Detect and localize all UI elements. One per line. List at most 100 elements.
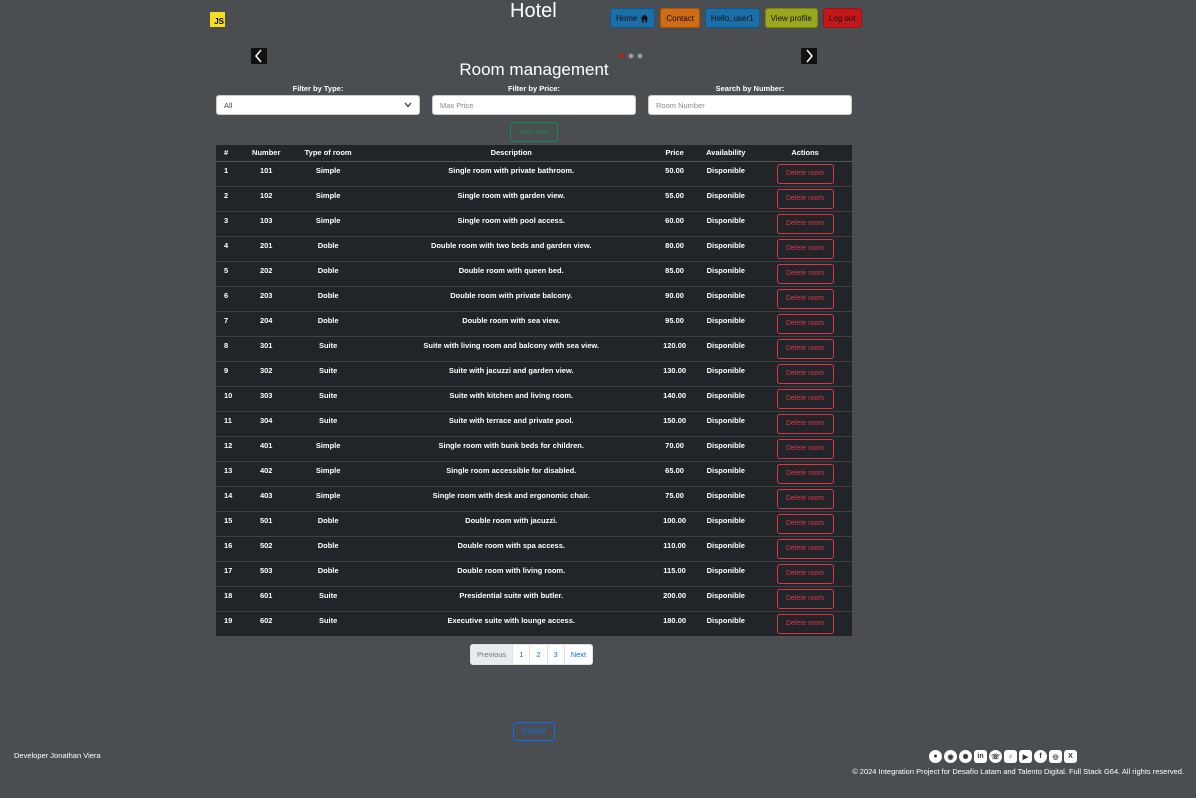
table-row: 19 602 Suite Executive suite with lounge ac… [216,610,852,636]
nav-button-log-out[interactable]: Log out [822,8,862,28]
delete-room-button[interactable]: Delete room [776,538,834,559]
table-cell: 14 [216,485,243,511]
delete-room-button[interactable]: Delete room [776,488,834,509]
table-cell: 15 [216,510,243,536]
table-cell: Disponible [693,485,759,511]
nav-button-view-profile[interactable]: View profile [764,8,818,28]
nav-button-hello-user1[interactable]: Hello, user1 [704,8,760,28]
actions-cell: Delete room [758,485,852,511]
table-cell: 403 [242,485,290,511]
delete-room-button[interactable]: Delete room [776,513,834,534]
add-room-button[interactable]: Add room [510,122,558,142]
table-cell: Disponible [693,610,759,636]
table-cell: 55.00 [655,185,694,211]
nav-button-contact[interactable]: Contact [660,8,700,28]
delete-room-button[interactable]: Delete room [776,413,834,434]
table-cell: Suite with kitchen and living room. [366,385,656,411]
carousel-dot-2[interactable] [628,53,634,59]
delete-room-button[interactable]: Delete room [776,588,834,609]
top-nav: Home Contact Hello, user1 View profile Log o… [610,8,862,28]
column-header: Actions [758,145,852,162]
room-number-input[interactable]: Room Number [648,95,852,115]
table-cell: Single room with garden view. [366,185,656,211]
delete-room-button[interactable]: Delete room [776,388,834,409]
column-header: Type of room [289,145,367,162]
discord-icon[interactable]: ◉ [944,750,957,763]
table-row: 17 503 Doble Double room with living room. 1… [216,560,852,586]
pagination: Previous 1 2 3 Next [470,644,594,665]
column-header: Number [242,145,290,162]
delete-room-button[interactable]: Delete room [776,338,834,359]
tiktok-icon[interactable]: ♪ [1004,750,1017,763]
pagination-previous[interactable]: Previous [471,645,513,664]
instagram-icon[interactable]: ◎ [1049,750,1062,763]
table-cell: Suite with jacuzzi and garden view. [366,360,656,386]
actions-cell: Delete room [758,185,852,211]
table-row: 3 103 Simple Single room with pool access. 6… [216,210,852,236]
delete-room-button[interactable]: Delete room [776,313,834,334]
pagination-page-3[interactable]: 3 [546,645,564,664]
nav-button-home[interactable]: Home [610,8,656,28]
delete-room-button[interactable]: Delete room [776,563,834,584]
table-cell: 17 [216,560,243,586]
carousel-dot-1[interactable] [619,53,625,59]
table-cell: 7 [216,310,243,336]
actions-cell: Delete room [758,585,852,611]
facebook-icon[interactable]: f [1034,750,1047,763]
pagination-page-2[interactable]: 2 [529,645,546,664]
openai-icon[interactable]: ✺ [959,750,972,763]
actions-cell: Delete room [758,335,852,361]
page-title: Room management [459,60,609,79]
table-header-row: # Number Type of room Description Price Avail… [216,145,852,162]
table-cell: Simple [289,460,367,486]
table-cell: 75.00 [655,485,694,511]
table-cell: 130.00 [655,360,694,386]
delete-room-button[interactable]: Delete room [776,438,834,459]
table-cell: Double room with two beds and garden vie… [366,235,656,261]
table-cell: Doble [289,310,367,336]
table-cell: 50.00 [655,160,694,186]
x-icon[interactable]: X [1064,750,1077,763]
delete-room-button[interactable]: Delete room [776,363,834,384]
delete-room-button[interactable]: Delete room [776,613,834,634]
rooms-table: # Number Type of room Description Price Avail… [216,145,852,636]
table-cell: 5 [216,260,243,286]
js-logo[interactable]: JS [210,12,225,27]
delete-room-button[interactable]: Delete room [776,288,834,309]
table-cell: 16 [216,535,243,561]
github-icon[interactable]: ● [929,750,942,763]
table-cell: Simple [289,160,367,186]
pagination-page-1[interactable]: 1 [512,645,529,664]
table-cell: Disponible [693,310,759,336]
filters-bar: Filter by Type: All Filter by Price: Max… [216,84,852,115]
delete-room-button[interactable]: Delete room [776,213,834,234]
linkedin-icon[interactable]: in [974,750,987,763]
copyright: © 2024 Integration Project for Desafío L… [852,767,1184,776]
table-cell: 12 [216,435,243,461]
table-row: 12 401 Simple Single room with bunk beds fo… [216,435,852,461]
actions-cell: Delete room [758,235,852,261]
table-cell: Suite with living room and balcony with … [366,335,656,361]
table-cell: 202 [242,260,290,286]
type-select[interactable]: All [216,95,420,115]
youtube-icon[interactable]: ▶ [1019,750,1032,763]
max-price-input[interactable]: Max Price [432,95,636,115]
footer-contact-button[interactable]: Contact [513,722,555,741]
delete-room-button[interactable]: Delete room [776,463,834,484]
delete-room-button[interactable]: Delete room [776,163,834,184]
table-row: 7 204 Doble Double room with sea view. 95.00… [216,310,852,336]
table-cell: Double room with spa access. [366,535,656,561]
delete-room-button[interactable]: Delete room [776,188,834,209]
carousel-dot-3[interactable] [637,53,643,59]
delete-room-button[interactable]: Delete room [776,263,834,284]
column-header: Availability [693,145,759,162]
table-cell: 10 [216,385,243,411]
table-cell: 65.00 [655,460,694,486]
delete-room-button[interactable]: Delete room [776,238,834,259]
table-cell: Single room with pool access. [366,210,656,236]
pagination-next[interactable]: Next [563,645,592,664]
table-cell: 101 [242,160,290,186]
filter-type-label: Filter by Type: [292,84,344,93]
whatsapp-icon[interactable]: ☏ [989,750,1002,763]
table-row: 10 303 Suite Suite with kitchen and living … [216,385,852,411]
